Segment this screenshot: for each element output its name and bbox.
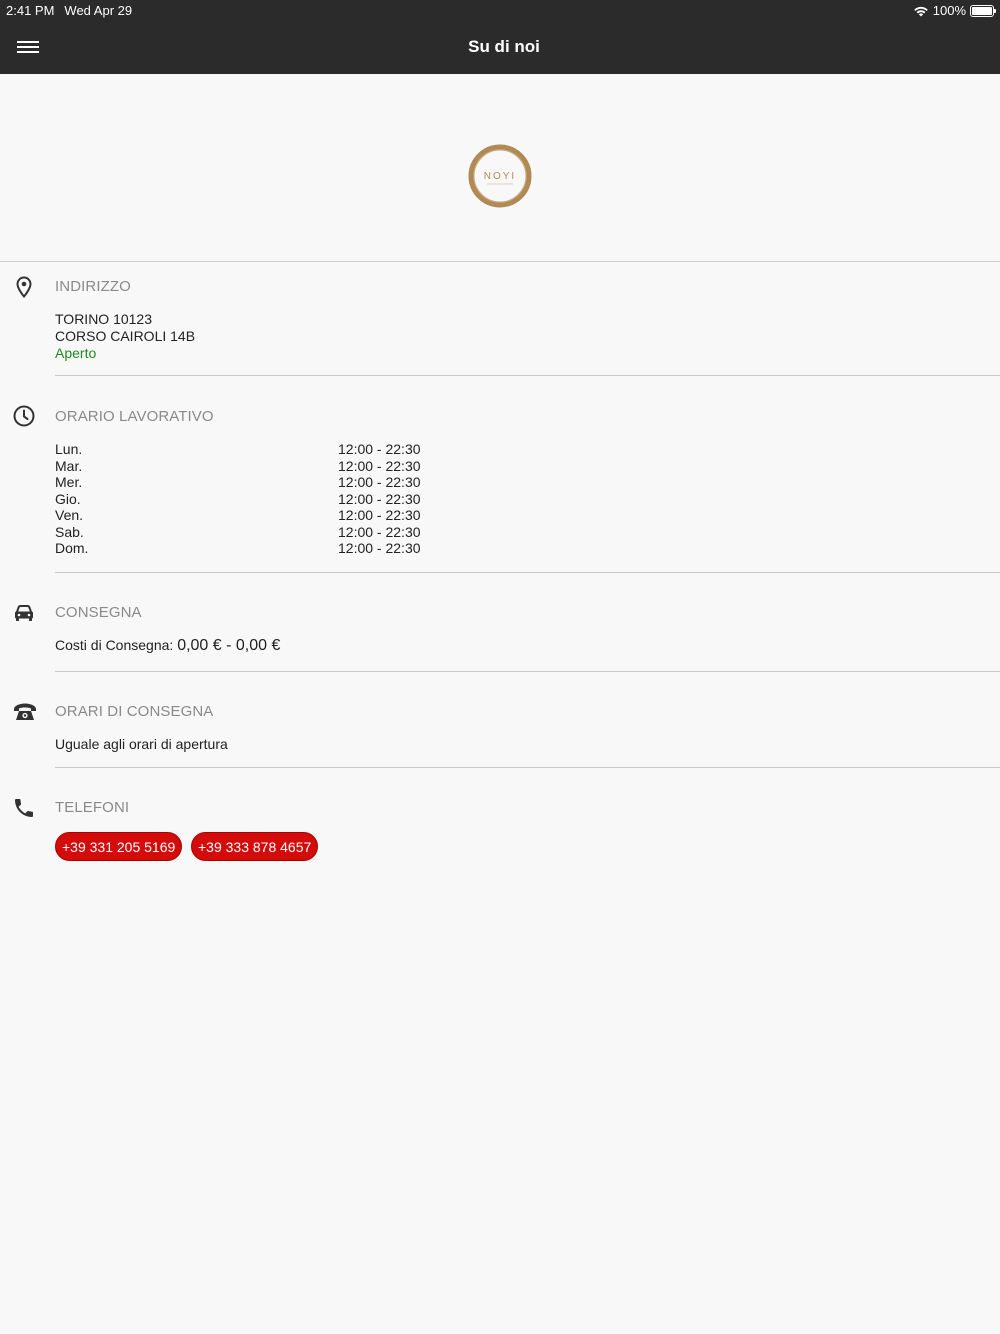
- restaurant-logo: NOYI: [467, 143, 533, 209]
- delivery-cost-label: Costi di Consegna:: [55, 637, 174, 653]
- car-icon: [15, 605, 33, 621]
- svg-text:NOYI: NOYI: [484, 171, 516, 182]
- delivery-cost-value: 0,00 € - 0,00 €: [177, 637, 281, 654]
- phone-button-1[interactable]: +39 331 205 5169: [55, 832, 183, 861]
- status-date: Wed Apr 29: [64, 3, 133, 18]
- phone-handset-icon: [15, 799, 33, 817]
- hours-day: Lun.: [55, 441, 83, 457]
- hours-time: 12:00 - 22:30: [338, 491, 421, 507]
- address-line-city: TORINO 10123: [55, 311, 153, 327]
- hours-time: 12:00 - 22:30: [338, 524, 421, 540]
- hours-time: 12:00 - 22:30: [338, 441, 421, 457]
- battery-percent: 100%: [932, 3, 966, 18]
- hours-day: Mer.: [55, 474, 83, 490]
- location-pin-icon: [16, 276, 32, 299]
- hours-time: 12:00 - 22:30: [338, 540, 421, 556]
- status-time: 2:41 PM Wed Apr 29: [6, 3, 132, 18]
- delivery-section: CONSEGNA Costi di Consegna: 0,00 € - 0,0…: [0, 573, 1000, 672]
- status-right: 100%: [913, 3, 996, 18]
- hours-day: Mar.: [55, 458, 83, 474]
- delivery-hours-title: ORARI DI CONSEGNA: [55, 703, 214, 720]
- hours-time: 12:00 - 22:30: [338, 507, 421, 523]
- wifi-icon: [913, 6, 928, 16]
- page-title: Su di noi: [468, 37, 540, 56]
- hours-time: 12:00 - 22:30: [338, 458, 421, 474]
- address-section: INDIRIZZO TORINO 10123 CORSO CAIROLI 14B…: [0, 262, 1000, 376]
- phones-title: TELEFONI: [55, 799, 130, 816]
- logo-area: NOYI: [0, 74, 1000, 262]
- delivery-cost: Costi di Consegna: 0,00 € - 0,00 €: [55, 637, 280, 655]
- hours-day: Gio.: [55, 491, 81, 507]
- battery-icon: [970, 4, 996, 17]
- status-clock: 2:41 PM: [6, 3, 55, 18]
- telephone-icon: [14, 703, 36, 720]
- delivery-title: CONSEGNA: [55, 604, 142, 621]
- phone-button-2[interactable]: +39 333 878 4657: [191, 832, 319, 861]
- working-hours-title: ORARIO LAVORATIVO: [55, 408, 214, 425]
- working-hours-section: ORARIO LAVORATIVO Lun. 12:00 - 22:30 Mar…: [0, 376, 1000, 573]
- hours-day: Dom.: [55, 540, 89, 556]
- open-status: Aperto: [55, 345, 97, 361]
- delivery-hours-section: ORARI DI CONSEGNA Uguale agli orari di a…: [0, 672, 1000, 768]
- address-title: INDIRIZZO: [55, 278, 131, 295]
- clock-icon: [13, 405, 35, 427]
- hours-day: Ven.: [55, 507, 84, 523]
- delivery-hours-text: Uguale agli orari di apertura: [55, 736, 228, 752]
- hours-day: Sab.: [55, 524, 84, 540]
- top-bar: 2:41 PM Wed Apr 29 100% Su di noi: [0, 0, 1000, 74]
- address-line-street: CORSO CAIROLI 14B: [55, 328, 196, 344]
- hours-time: 12:00 - 22:30: [338, 474, 421, 490]
